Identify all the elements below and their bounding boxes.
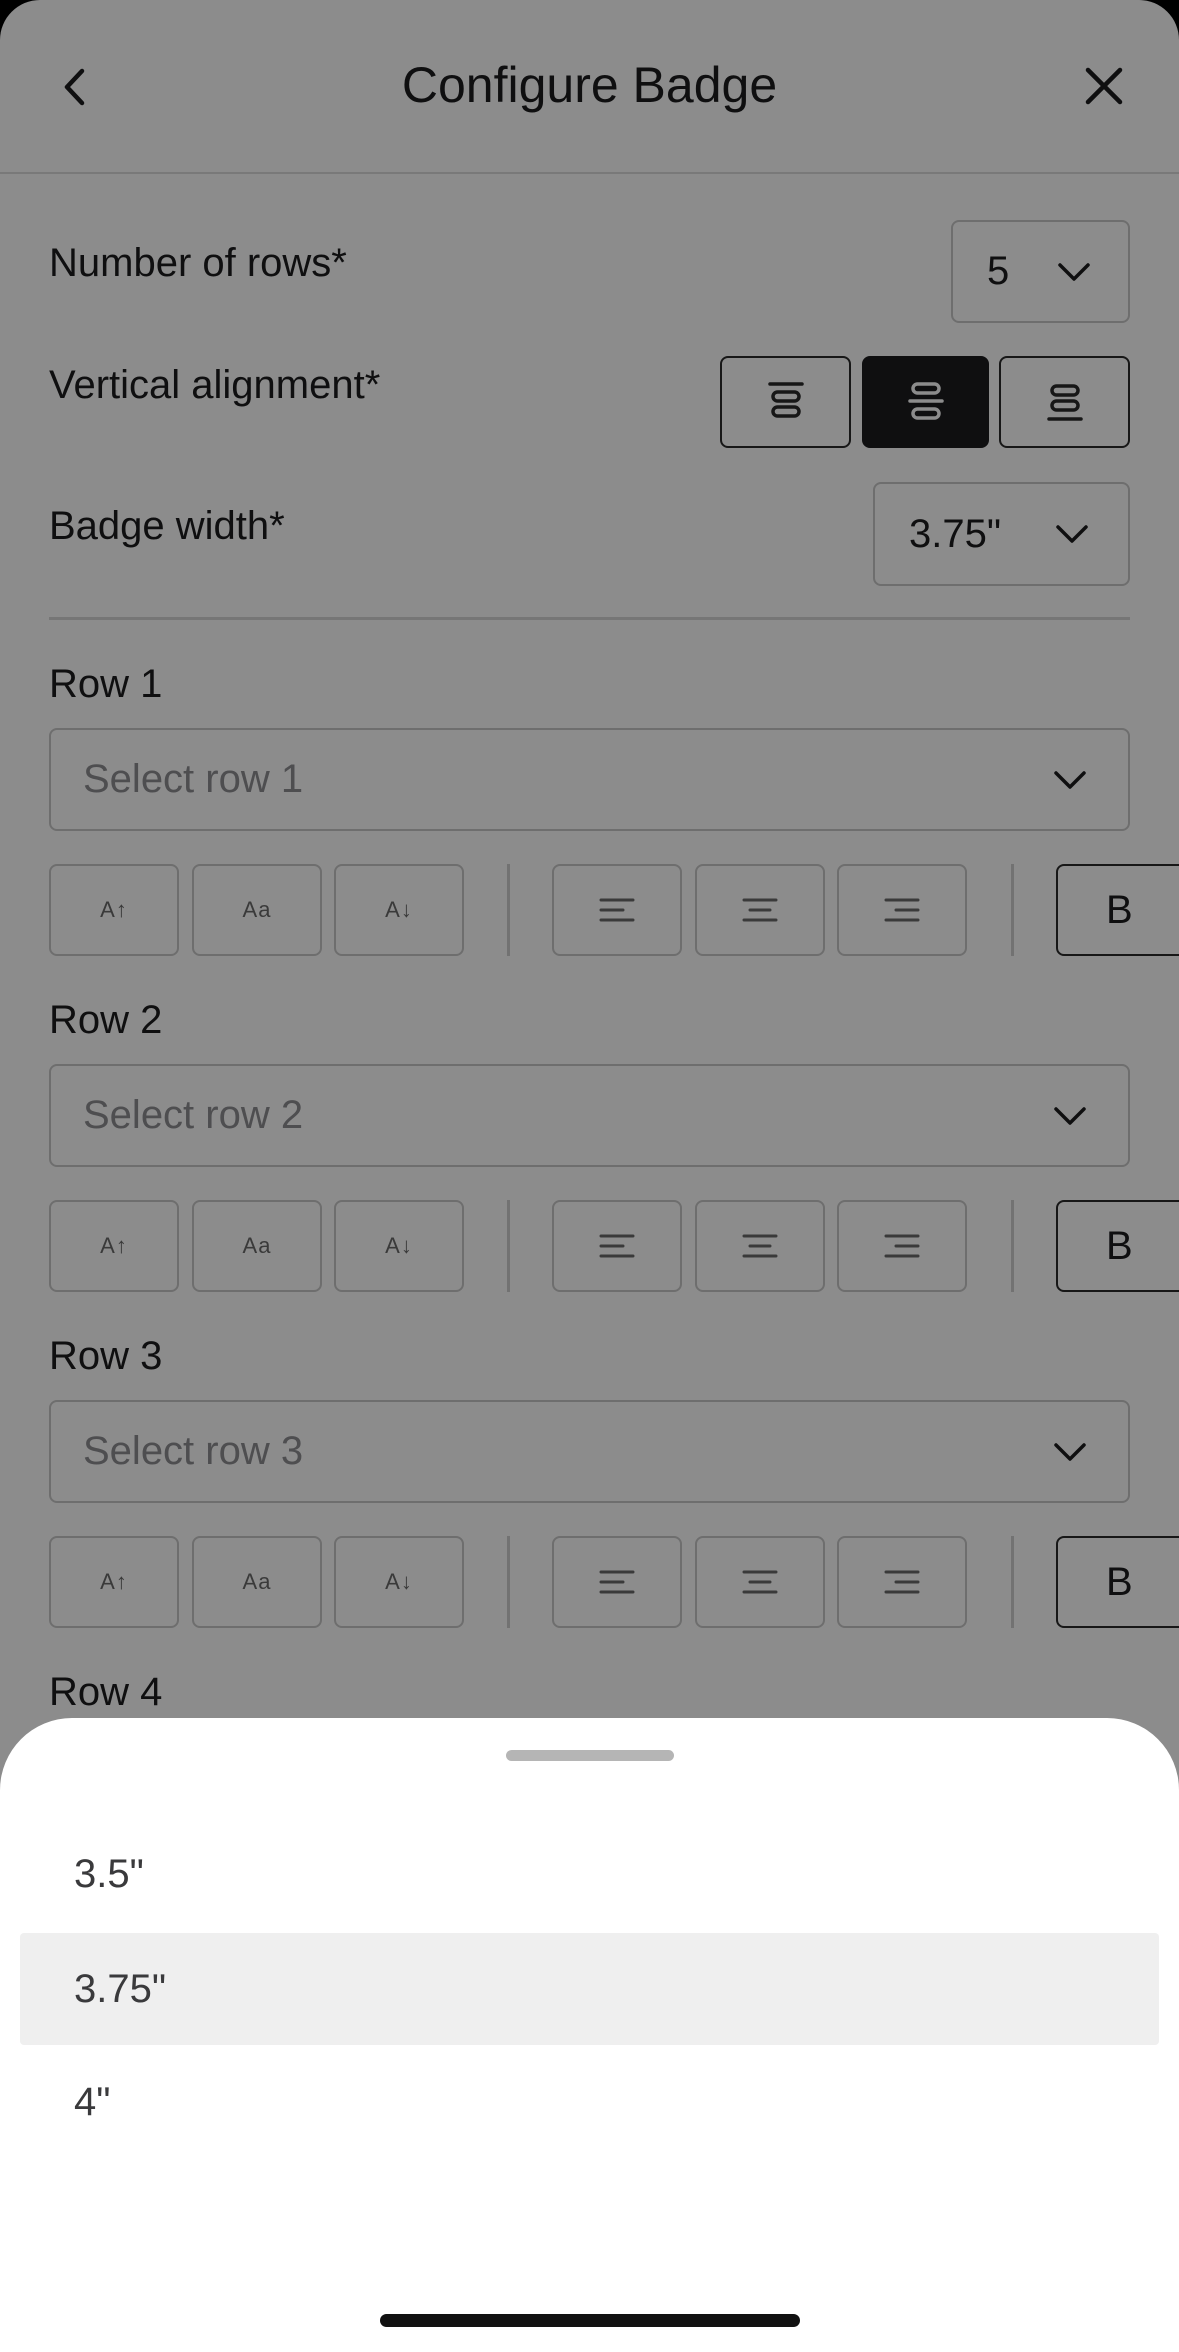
width-option-selected[interactable]: 3.75" [20, 1933, 1159, 2045]
sheet-grabber[interactable] [506, 1750, 674, 1761]
badge-width-picker-sheet: 3.5" 3.75" 4" [0, 1718, 1179, 2352]
width-option[interactable]: 3.5" [20, 1818, 1159, 1930]
width-option[interactable]: 4" [20, 2046, 1159, 2158]
home-indicator [380, 2314, 800, 2327]
